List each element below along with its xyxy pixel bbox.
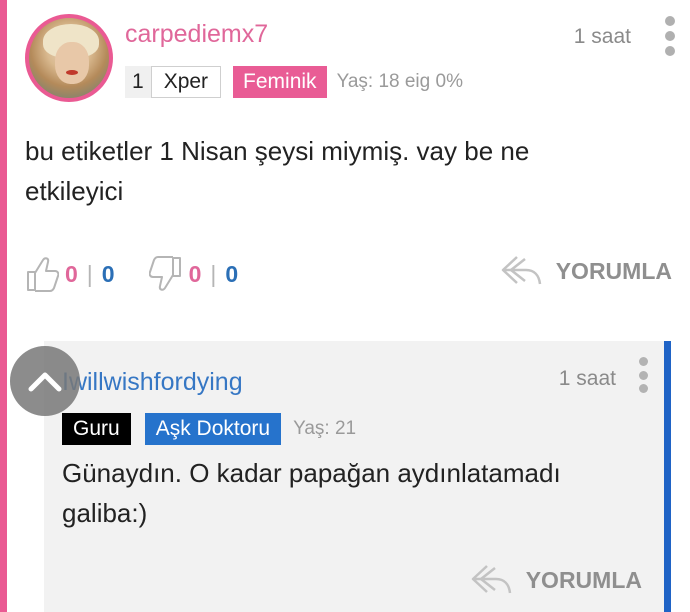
dislike-count-pink: 0 bbox=[188, 260, 202, 287]
comment-badges: 1 Xper Feminik Yaş: 18 eig 0% bbox=[125, 66, 463, 98]
reply-username[interactable]: Iwillwishfordying bbox=[62, 368, 243, 397]
level-number: 1 bbox=[125, 66, 151, 98]
reply-user-meta: Yaş: 21 bbox=[293, 418, 357, 439]
reply-button[interactable]: YORUMLA bbox=[500, 254, 672, 288]
kebab-menu-icon[interactable] bbox=[664, 16, 676, 56]
avatar[interactable] bbox=[25, 14, 113, 102]
reply-button[interactable]: YORUMLA bbox=[470, 563, 642, 597]
comment-time: 1 saat bbox=[573, 25, 631, 48]
vote-separator: | bbox=[86, 260, 93, 287]
scroll-to-top-button[interactable] bbox=[10, 346, 80, 416]
comment-body: bu etiketler 1 Nisan şeysi miymiş. vay b… bbox=[25, 136, 530, 206]
like-count-pink: 0 bbox=[65, 260, 78, 287]
reply-badge-primary: Guru bbox=[62, 413, 131, 445]
chevron-up-icon bbox=[28, 372, 62, 392]
like-count-blue: 0 bbox=[101, 260, 115, 287]
kebab-menu-icon[interactable] bbox=[638, 357, 648, 393]
reply-card: Iwillwishfordying 1 saat Guru Aşk Doktor… bbox=[44, 341, 671, 612]
reply-label: YORUMLA bbox=[525, 566, 642, 593]
reply-arrow-icon bbox=[501, 256, 541, 285]
reply-badge-secondary: Aşk Doktoru bbox=[144, 413, 282, 445]
reply-label: YORUMLA bbox=[555, 257, 672, 284]
reply-arrow-icon bbox=[471, 565, 511, 594]
comment-username[interactable]: carpediemx7 bbox=[125, 20, 268, 49]
thumbs-down-icon[interactable] bbox=[148, 255, 183, 293]
left-accent-bar bbox=[0, 0, 7, 612]
level-name: Xper bbox=[150, 66, 222, 98]
reply-badges: Guru Aşk Doktoru Yaş: 21 bbox=[62, 413, 356, 445]
user-badge: Feminik bbox=[233, 66, 327, 98]
dislike-count-blue: 0 bbox=[225, 260, 239, 287]
user-meta: Yaş: 18 eig 0% bbox=[336, 71, 463, 92]
reply-time: 1 saat bbox=[558, 367, 616, 390]
vote-separator: | bbox=[210, 260, 217, 287]
reply-body: Günaydın. O kadar papağan aydınlatamadı … bbox=[62, 458, 561, 528]
thumbs-up-icon[interactable] bbox=[25, 255, 59, 293]
comment-card: carpediemx7 1 saat 1 Xper Feminik Yaş: 1… bbox=[7, 0, 690, 335]
vote-bar: 0 | 0 0 | 0 bbox=[25, 252, 238, 296]
